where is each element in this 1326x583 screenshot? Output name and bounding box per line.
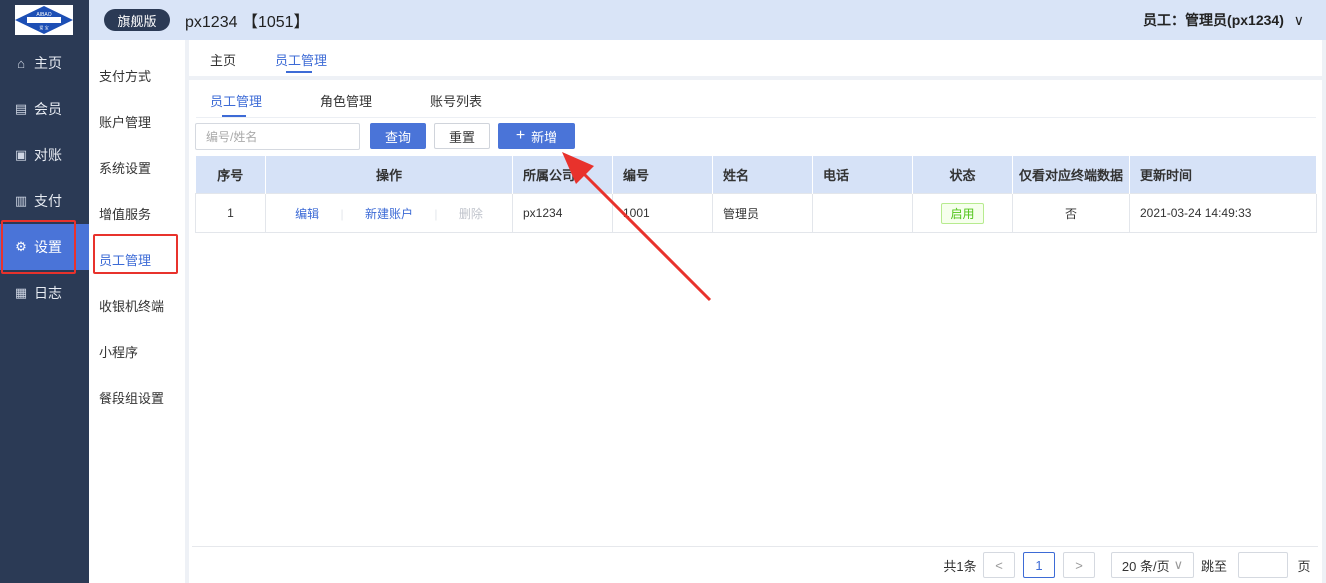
column-header: 序号 (195, 156, 266, 194)
chevron-right-icon: > (1075, 557, 1083, 573)
chevron-down-icon: ∨ (1173, 557, 1184, 572)
rail-item-home[interactable]: ⌂ 主页 (0, 40, 89, 86)
page-tab-bar (189, 40, 1322, 76)
tab-home[interactable]: 主页 (210, 50, 236, 69)
new-account-link[interactable]: 新建账户 (365, 207, 413, 221)
rail-item-label: 主页 (34, 55, 62, 71)
column-header: 状态 (912, 156, 1013, 194)
brand-logo: AIBAO 爱 宝 (15, 5, 73, 35)
subtab-staff[interactable]: 员工管理 (210, 91, 262, 110)
submenu-item-value-added[interactable]: 增值服务 (99, 204, 151, 223)
column-header: 操作 (265, 156, 513, 194)
subtab-accounts[interactable]: 账号列表 (430, 91, 482, 110)
active-tab-indicator (286, 71, 312, 73)
rail-item-reconcile[interactable]: ▣ 对账 (0, 132, 89, 178)
plus-icon: + (515, 127, 526, 144)
tab-staff-management[interactable]: 员工管理 (275, 50, 327, 69)
rail-item-payment[interactable]: ▥ 支付 (0, 178, 89, 224)
staff-table: 序号 操作 所属公司 编号 姓名 电话 状态 仅看对应终端数据 更新时间 1 编… (195, 156, 1317, 233)
chevron-down-icon: ∨ (1293, 12, 1304, 28)
reconcile-icon: ▣ (14, 147, 28, 162)
subtab-roles[interactable]: 角色管理 (320, 91, 372, 110)
subtab-divider (196, 117, 1316, 118)
user-label: 员工：管理员(px1234) (1143, 12, 1284, 28)
chevron-left-icon: < (995, 557, 1003, 573)
submenu-item-payment-method[interactable]: 支付方式 (99, 66, 151, 85)
edition-badge: 旗舰版 (104, 9, 170, 31)
payment-icon: ▥ (14, 193, 28, 208)
reset-button[interactable]: 重置 (434, 123, 490, 149)
cell-status: 启用 (912, 193, 1013, 233)
rail-item-label: 会员 (34, 101, 62, 117)
rail-item-label: 日志 (34, 285, 62, 301)
submenu-item-pos-terminal[interactable]: 收银机终端 (99, 296, 164, 315)
query-button[interactable]: 查询 (370, 123, 426, 149)
status-badge: 启用 (941, 202, 984, 224)
annotation-arrow (562, 152, 712, 302)
rail-item-member[interactable]: ▤ 会员 (0, 86, 89, 132)
prev-page-button[interactable]: < (983, 552, 1015, 578)
cell-updated-time: 2021-03-24 14:49:33 (1129, 193, 1317, 233)
search-input[interactable] (195, 123, 360, 150)
page-size-label: 20 条/页 (1121, 558, 1170, 574)
log-icon: ▦ (14, 285, 28, 300)
rail-item-label: 对账 (34, 147, 62, 163)
page-size-select[interactable]: 20 条/页 ∨ (1111, 552, 1194, 578)
company-title: px1234 【1051】 (185, 14, 310, 31)
column-header: 电话 (812, 156, 913, 194)
submenu-item-mini-program[interactable]: 小程序 (99, 342, 138, 361)
edit-link[interactable]: 编辑 (295, 207, 319, 221)
svg-text:AIBAO: AIBAO (36, 12, 51, 18)
goto-page-input[interactable] (1238, 552, 1288, 578)
annotation-highlight-box (93, 234, 178, 274)
total-count: 共1条 (943, 558, 977, 574)
separator: | (434, 206, 438, 221)
user-menu[interactable]: 员工：管理员(px1234) ∨ (1143, 10, 1304, 30)
table-header-row: 序号 操作 所属公司 编号 姓名 电话 状态 仅看对应终端数据 更新时间 (195, 156, 1317, 194)
svg-text:爱 宝: 爱 宝 (39, 24, 48, 30)
cell-operations: 编辑 | 新建账户 | 删除 (265, 193, 513, 233)
next-page-button[interactable]: > (1063, 552, 1095, 578)
pagination-divider (192, 546, 1318, 547)
separator: | (340, 206, 344, 221)
column-header: 仅看对应终端数据 (1012, 156, 1130, 194)
submenu-item-system[interactable]: 系统设置 (99, 158, 151, 177)
member-icon: ▤ (14, 101, 28, 116)
page-number[interactable]: 1 (1023, 552, 1055, 578)
page-suffix: 页 (1297, 558, 1311, 574)
column-header: 更新时间 (1129, 156, 1317, 194)
rail-item-label: 支付 (34, 193, 62, 209)
home-icon: ⌂ (17, 55, 25, 71)
cell-phone (812, 193, 913, 233)
submenu-item-meal-period[interactable]: 餐段组设置 (99, 388, 164, 407)
annotation-highlight-box (1, 220, 76, 274)
delete-link[interactable]: 删除 (459, 207, 483, 221)
submenu-item-account[interactable]: 账户管理 (99, 112, 151, 131)
goto-label: 跳至 (1200, 558, 1227, 574)
rail-item-log[interactable]: ▦ 日志 (0, 270, 89, 316)
table-row: 1 编辑 | 新建账户 | 删除 px1234 1001 管理员 启用 否 20… (195, 193, 1317, 233)
cell-index: 1 (195, 193, 266, 233)
cell-terminal-only: 否 (1012, 193, 1130, 233)
